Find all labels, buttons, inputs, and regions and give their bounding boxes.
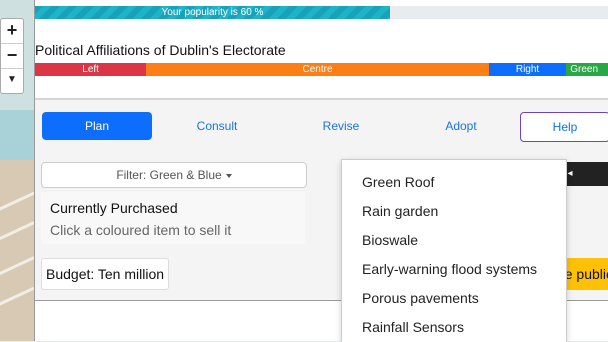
dropdown-item[interactable]: Bioswale xyxy=(342,226,566,255)
filter-dropdown-menu: Green Roof Rain garden Bioswale Early-wa… xyxy=(341,159,567,342)
affiliation-centre: Centre xyxy=(146,63,489,76)
purchased-section: Currently Purchased Click a coloured ite… xyxy=(41,192,305,244)
help-button[interactable]: Help xyxy=(520,112,608,142)
dropdown-item[interactable]: Rainfall Sensors xyxy=(342,313,566,342)
dropdown-item[interactable]: Porous pavements xyxy=(342,284,566,313)
left-arrow-icon: ◂ xyxy=(567,168,573,179)
zoom-control: + − ▼ xyxy=(0,18,24,94)
reset-north-button[interactable]: ▼ xyxy=(1,69,23,93)
tab-consult[interactable]: Consult xyxy=(162,112,272,140)
purchased-heading: Currently Purchased xyxy=(50,200,178,216)
map-land xyxy=(0,150,34,341)
zoom-out-button[interactable]: − xyxy=(1,44,23,69)
caret-down-icon xyxy=(225,173,232,178)
dropdown-item[interactable]: Rain garden xyxy=(342,197,566,226)
tab-adopt[interactable]: Adopt xyxy=(406,112,516,140)
map-background[interactable]: + − ▼ xyxy=(0,0,34,341)
affiliation-right: Right xyxy=(488,63,567,76)
filter-dropdown-button[interactable]: Filter: Green & Blue xyxy=(41,162,307,188)
tab-revise[interactable]: Revise xyxy=(286,112,396,140)
dropdown-item[interactable]: Green Roof xyxy=(342,168,566,197)
filter-label: Filter: Green & Blue xyxy=(116,168,222,182)
purchased-hint: Click a coloured item to sell it xyxy=(50,222,232,238)
zoom-in-button[interactable]: + xyxy=(1,19,23,44)
affiliations-title: Political Affiliations of Dublin's Elect… xyxy=(35,42,286,58)
affiliation-left: Left xyxy=(35,63,147,76)
affiliation-bar: Left Centre Right Green xyxy=(35,63,608,76)
budget-label: Budget: Ten million xyxy=(41,258,170,290)
map-water xyxy=(0,110,34,160)
tab-plan[interactable]: Plan xyxy=(42,112,152,140)
affiliation-green: Green xyxy=(566,63,608,76)
game-overlay: Your popularity is 60 % Political Affili… xyxy=(34,0,608,342)
dropdown-item[interactable]: Early-warning flood systems xyxy=(342,255,566,284)
popularity-text: Your popularity is 60 % xyxy=(161,7,264,18)
popularity-bar: Your popularity is 60 % xyxy=(35,6,608,19)
